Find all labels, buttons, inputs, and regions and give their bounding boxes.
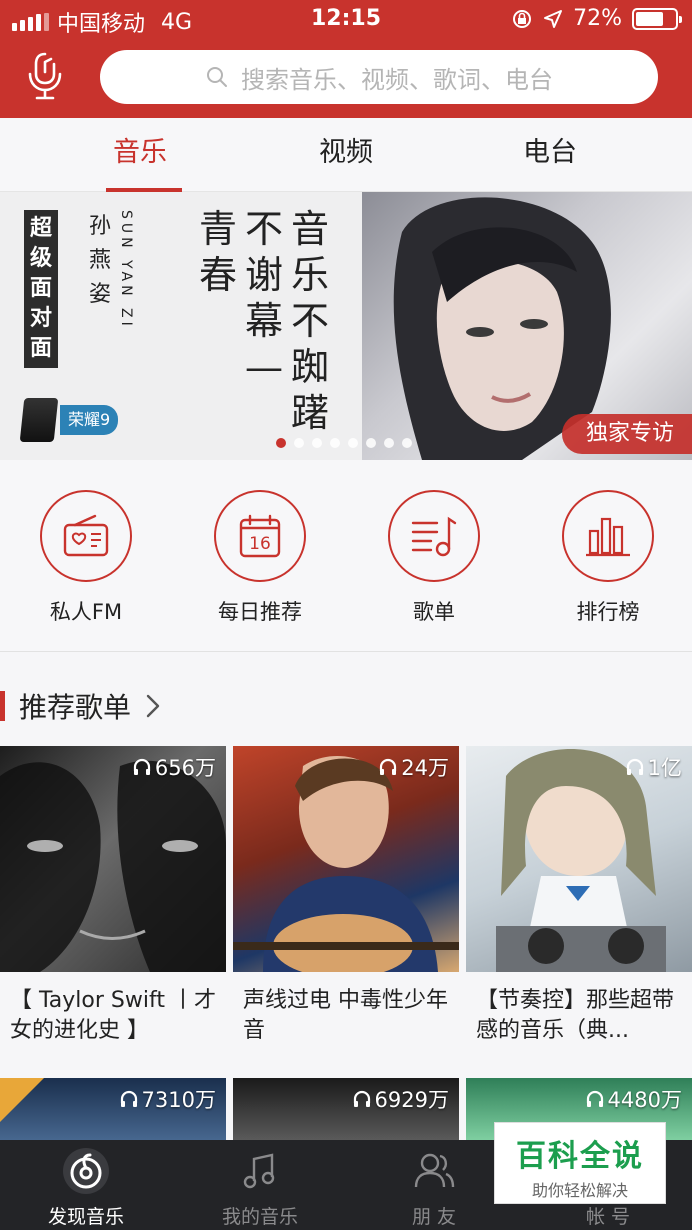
sponsor-label: 荣耀9 xyxy=(60,405,119,435)
corner-flag-icon xyxy=(0,1078,44,1122)
playlist-cover: 7310万 xyxy=(0,1078,226,1140)
watermark-subtitle: 助你轻松解决 xyxy=(531,1181,628,1200)
watermark-title: 百科全说 xyxy=(516,1139,644,1174)
playlist-title: 【节奏控】那些超带感的音乐（典... xyxy=(476,988,675,1043)
app-header: 中国移动 4G 12:15 72% 搜索音乐、视频、歌词、电台 xyxy=(0,0,692,118)
quick-charts[interactable]: 排行榜 xyxy=(538,490,678,626)
banner-line-3: 青春 xyxy=(198,207,237,297)
quick-label: 私人FM xyxy=(49,600,123,624)
banner-artist-name: 孙燕姿 xyxy=(88,214,111,307)
promo-banner[interactable]: 超级面对面 孙燕姿 SUN YAN ZI 音乐不踟躇 不谢幕— 青春 荣耀9 独… xyxy=(0,192,692,460)
nav-my-music[interactable]: 我的音乐 xyxy=(190,1148,330,1229)
carousel-dot[interactable] xyxy=(402,438,412,448)
quick-label: 排行榜 xyxy=(576,600,640,624)
banner-tag: 超级面对面 xyxy=(24,210,58,368)
carousel-dot[interactable] xyxy=(348,438,358,448)
carousel-dot[interactable] xyxy=(366,438,376,448)
playlist-card[interactable]: 24万 声线过电 中毒性少年音 xyxy=(233,746,459,1044)
search-icon xyxy=(207,67,227,87)
tab-music[interactable]: 音乐 xyxy=(70,118,210,192)
radio-icon xyxy=(63,514,109,557)
chevron-right-icon xyxy=(146,694,160,718)
calendar-date: 16 xyxy=(249,534,271,554)
watermark-logo: 百科全说 助你轻松解决 xyxy=(494,1122,666,1204)
section-title: 推荐歌单 xyxy=(19,691,132,724)
banner-line-1: 音乐不踟躇 xyxy=(290,207,329,435)
playlist-card[interactable]: 1亿 【节奏控】那些超带感的音乐（典... xyxy=(466,746,692,1044)
netease-music-icon xyxy=(70,1153,102,1189)
phone-icon xyxy=(19,398,59,442)
nav-friends[interactable]: 朋 友 xyxy=(364,1148,504,1229)
carousel-dot[interactable] xyxy=(330,438,340,448)
microphone-icon[interactable] xyxy=(26,50,64,102)
tab-video[interactable]: 视频 xyxy=(276,118,416,192)
play-count: 24万 xyxy=(378,752,449,782)
friends-icon xyxy=(414,1153,455,1188)
section-accent-bar xyxy=(0,691,5,721)
calendar-icon: 16 xyxy=(239,514,281,558)
quick-label: 每日推荐 xyxy=(218,600,302,624)
carousel-dot[interactable] xyxy=(384,438,394,448)
playlist-card[interactable]: 7310万 xyxy=(0,1078,226,1140)
play-count: 656万 xyxy=(132,752,216,782)
playlist-title: 【 Taylor Swift 丨才女的进化史 】 xyxy=(10,988,216,1043)
playlist-card[interactable]: 656万 【 Taylor Swift 丨才女的进化史 】 xyxy=(0,746,226,1044)
sponsor-badge: 荣耀9 xyxy=(19,398,119,442)
headphones-icon xyxy=(353,1090,370,1107)
playlist-title: 声线过电 中毒性少年音 xyxy=(243,988,448,1043)
section-recommended-playlists[interactable]: 推荐歌单 xyxy=(0,680,692,732)
headphones-icon xyxy=(120,1090,137,1107)
nav-label: 发现音乐 xyxy=(47,1206,124,1228)
headphones-icon xyxy=(133,758,151,775)
battery-icon xyxy=(632,7,682,30)
quick-label: 歌单 xyxy=(413,600,455,624)
playlist-icon xyxy=(411,516,457,557)
tab-radio[interactable]: 电台 xyxy=(480,118,620,192)
banner-artist-pinyin: SUN YAN ZI xyxy=(118,210,134,330)
banner-line-2: 不谢幕— xyxy=(244,207,283,389)
quick-playlist[interactable]: 歌单 xyxy=(364,490,504,626)
headphones-icon xyxy=(586,1090,603,1107)
nav-label: 我的音乐 xyxy=(221,1206,298,1228)
exclusive-badge: 独家专访 xyxy=(561,414,692,454)
search-input[interactable]: 搜索音乐、视频、歌词、电台 xyxy=(100,50,658,104)
headphones-icon xyxy=(380,758,397,775)
chart-icon xyxy=(586,517,630,557)
status-bar: 中国移动 4G 12:15 72% xyxy=(0,0,692,38)
nav-label: 朋 友 xyxy=(411,1206,457,1228)
playlist-cover: 24万 xyxy=(233,746,459,972)
playlist-cover: 6929万 xyxy=(233,1078,459,1140)
carousel-dot[interactable] xyxy=(294,438,304,448)
quick-daily-recommend[interactable]: 16 每日推荐 xyxy=(190,490,330,626)
play-count: 1亿 xyxy=(625,752,682,782)
carousel-dots[interactable] xyxy=(276,438,412,448)
playlist-cover: 1亿 xyxy=(466,746,692,972)
nav-discover-music[interactable]: 发现音乐 xyxy=(16,1148,156,1229)
nav-label: 帐 号 xyxy=(585,1206,631,1228)
playlist-cover: 656万 xyxy=(0,746,226,972)
play-count: 4480万 xyxy=(585,1084,682,1114)
headphones-icon xyxy=(626,758,643,775)
play-count: 6929万 xyxy=(352,1084,449,1114)
carousel-dot[interactable] xyxy=(276,438,286,448)
playlist-card[interactable]: 6929万 xyxy=(233,1078,459,1140)
search-placeholder: 搜索音乐、视频、歌词、电台 xyxy=(241,65,553,94)
battery-percent: 72% xyxy=(573,6,622,31)
quick-private-fm[interactable]: 私人FM xyxy=(16,490,156,626)
top-tabs: 音乐 视频 电台 xyxy=(0,118,692,192)
music-note-icon xyxy=(243,1153,275,1189)
quick-entries: 私人FM 16 每日推荐 歌单 排行榜 xyxy=(0,460,692,652)
carousel-dot[interactable] xyxy=(312,438,322,448)
location-icon xyxy=(544,9,563,28)
rotation-lock-icon xyxy=(513,9,532,28)
play-count: 7310万 xyxy=(119,1084,216,1114)
